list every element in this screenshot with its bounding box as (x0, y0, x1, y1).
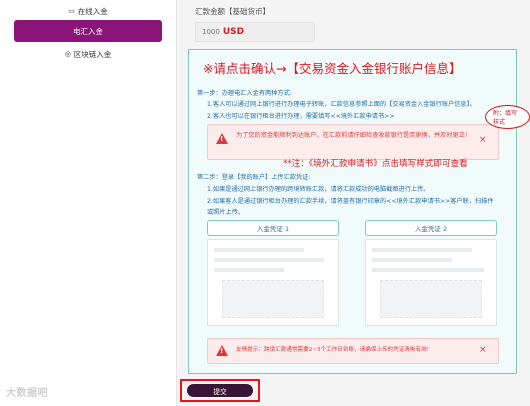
form-sample-note[interactable]: **注：《境外汇款申请书》点击填写样式即可查看 (283, 157, 468, 169)
step2-line3: 或照片上传。 (207, 209, 245, 216)
arrival-time-alert: ! 友情提示：跨境汇款通常需要2~3个工作日到账，请确保上传的凭证清晰有效! × (207, 338, 499, 364)
submit-highlight: 提交 (180, 379, 260, 402)
submit-button[interactable]: 提交 (187, 384, 253, 397)
close-icon[interactable]: × (479, 345, 487, 355)
alert-text: 为了您的资金能顺利到达账户，在汇款前请仔细检查收款银行是否更换，并及时更正! (236, 132, 468, 139)
amount-value: 1000 (202, 28, 220, 36)
sidebar-item-wire-deposit[interactable]: 电汇入金 (14, 20, 162, 42)
step1-line1: 1.客人可以通过网上银行进行办理电子转账，汇款信息参照上面的【交易资金入金银行账… (207, 101, 476, 108)
sidebar-item-online-deposit[interactable]: ▭ 在线入金 (14, 1, 162, 21)
bank-check-alert: ! 为了您的资金能顺利到达账户，在汇款前请仔细检查收款银行是否更换，并及时更正!… (207, 124, 499, 160)
preview-line (214, 248, 304, 252)
sidebar-item-label: 区块链入金 (73, 49, 112, 59)
preview-line (372, 258, 452, 262)
form-sample-link[interactable]: 附：填写样式 (485, 105, 530, 129)
instruction-panel: ※请点击确认→【交易资金入金银行账户信息】 第一步：办理电汇入金有两种方式: 1… (188, 49, 517, 374)
amount-label: 汇款金额【基础货币】 (195, 7, 270, 16)
monitor-icon: ▭ (68, 7, 75, 15)
step1-title: 第一步：办理电汇入金有两种方式: (197, 90, 292, 97)
sidebar-item-blockchain-deposit[interactable]: ◎ 区块链入金 (14, 44, 162, 64)
preview-line (214, 268, 284, 272)
preview-line (372, 248, 472, 252)
voucher-1-preview[interactable] (207, 239, 339, 326)
preview-line (214, 258, 324, 262)
alert-text: 友情提示：跨境汇款通常需要2~3个工作日到账，请确保上传的凭证清晰有效! (236, 347, 430, 353)
warning-mark: ! (220, 347, 224, 355)
sidebar-item-label: 电汇入金 (73, 26, 103, 36)
preview-image (380, 280, 482, 318)
voucher-2-button[interactable]: 入金凭证 2 (365, 220, 497, 236)
amount-field[interactable]: 1000 USD (195, 22, 315, 42)
warning-mark: ! (220, 135, 224, 143)
sidebar-item-label: 在线入金 (77, 6, 108, 16)
close-icon[interactable]: × (479, 135, 487, 145)
step2-line2: 2.如果客人是通过银行柜台办理的汇款手续，请将盖有银行印章的<<境外汇款申请书>… (207, 198, 494, 205)
blockchain-icon: ◎ (64, 50, 71, 58)
currency-label: USD (222, 27, 245, 37)
step2-line1: 1.如果是通过网上银行办理的跨境转账汇款，请将汇款成功的电脑截图进行上传。 (207, 186, 430, 193)
bank-info-link[interactable]: ※请点击确认→【交易资金入金银行账户信息】 (203, 58, 461, 77)
voucher-1-button[interactable]: 入金凭证 1 (207, 220, 339, 236)
preview-image (222, 280, 324, 318)
step2-title: 第二步：登录【我的账户】上传汇款凭证: (197, 174, 311, 181)
sidebar: ▭ 在线入金 电汇入金 ◎ 区块链入金 大数据吧 (0, 0, 177, 406)
voucher-2-preview[interactable] (365, 239, 497, 326)
main-content: 汇款金额【基础货币】 1000 USD ※请点击确认→【交易资金入金银行账户信息… (177, 0, 530, 406)
step1-line2: 2.客人也可以在银行柜台进行办理，需要填写<<境外汇款申请书>> (207, 113, 395, 120)
watermark: 大数据吧 (6, 388, 48, 399)
preview-line (372, 268, 484, 272)
